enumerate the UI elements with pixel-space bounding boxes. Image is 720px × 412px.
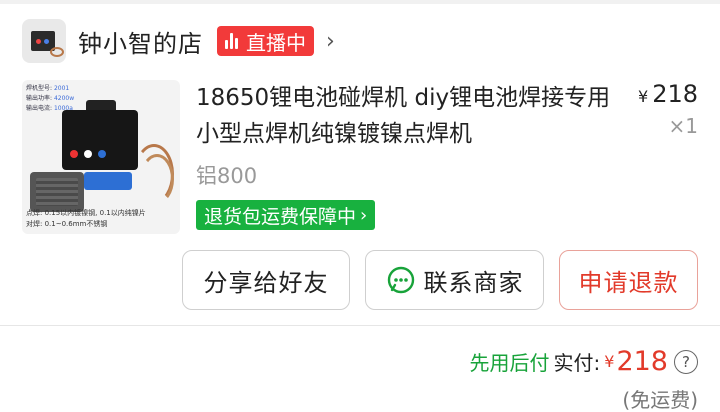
spec-line: 输出功率: 4200w	[26, 95, 75, 102]
chat-bubble-icon	[387, 266, 414, 294]
welder-machine-shape	[62, 110, 138, 170]
live-bars-icon	[225, 33, 238, 49]
shop-header[interactable]: 钟小智的店 直播中 ›	[22, 18, 335, 64]
share-to-friend-button[interactable]: 分享给好友	[182, 250, 350, 310]
shop-avatar[interactable]	[22, 19, 66, 63]
section-divider	[0, 325, 720, 326]
spec-line: 焊机型号: 2001	[26, 85, 70, 92]
contact-seller-label: 联系商家	[423, 268, 524, 297]
free-shipping-note: (免运费)	[622, 388, 698, 412]
product-sku: 铝800	[196, 164, 258, 188]
chevron-right-icon[interactable]: ›	[326, 29, 335, 54]
live-badge-label: 直播中	[246, 30, 306, 55]
product-title[interactable]: 18650锂电池碰焊机 diy锂电池焊接专用 小型点焊机纯镍镀镍点焊机	[196, 80, 616, 152]
machine-blue-knob	[98, 150, 106, 158]
copper-cable-shape	[140, 154, 174, 204]
total-currency: ¥	[604, 352, 615, 371]
top-divider	[0, 0, 720, 4]
bottom-line: 对焊: 0.1~0.6mm不锈钢	[26, 220, 108, 228]
terminal-block-shape	[84, 172, 132, 190]
foot-pedal-shape	[30, 172, 84, 212]
total-amount: 218	[616, 346, 668, 377]
pay-later-label[interactable]: 先用后付	[470, 347, 550, 376]
shop-name[interactable]: 钟小智的店	[78, 24, 203, 59]
product-image[interactable]: 焊机型号: 2001 输出功率: 4200w 输出电流: 1000a 点焊: 0…	[22, 80, 180, 234]
avatar-red-dot	[36, 39, 41, 44]
product-bottom-text: 点焊: 0.15以内镀镍钢, 0.1以内纯镍片 对焊: 0.1~0.6mm不锈钢	[26, 208, 146, 230]
contact-seller-button[interactable]: 联系商家	[365, 250, 544, 310]
machine-red-knob	[70, 150, 78, 158]
help-icon[interactable]: ?	[674, 349, 698, 374]
request-refund-button[interactable]: 申请退款	[559, 250, 698, 310]
price-value: 218	[652, 80, 698, 108]
order-total: 先用后付 实付: ¥ 218 ?	[470, 346, 698, 377]
avatar-blue-dot	[44, 39, 49, 44]
live-badge[interactable]: 直播中	[217, 26, 314, 56]
bottom-line: 点焊: 0.15以内镀镍钢, 0.1以内纯镍片	[26, 209, 146, 217]
chevron-right-icon: ›	[360, 204, 368, 226]
return-shipping-guarantee-badge[interactable]: 退货包运费保障中 ›	[196, 200, 376, 230]
machine-white-knob	[84, 150, 92, 158]
guarantee-label: 退货包运费保障中	[204, 205, 357, 228]
product-quantity: ×1	[668, 114, 698, 138]
avatar-wire-shape	[50, 47, 64, 57]
paid-label: 实付:	[553, 351, 601, 375]
product-price: ¥ 218	[638, 80, 698, 108]
price-currency: ¥	[638, 87, 649, 106]
